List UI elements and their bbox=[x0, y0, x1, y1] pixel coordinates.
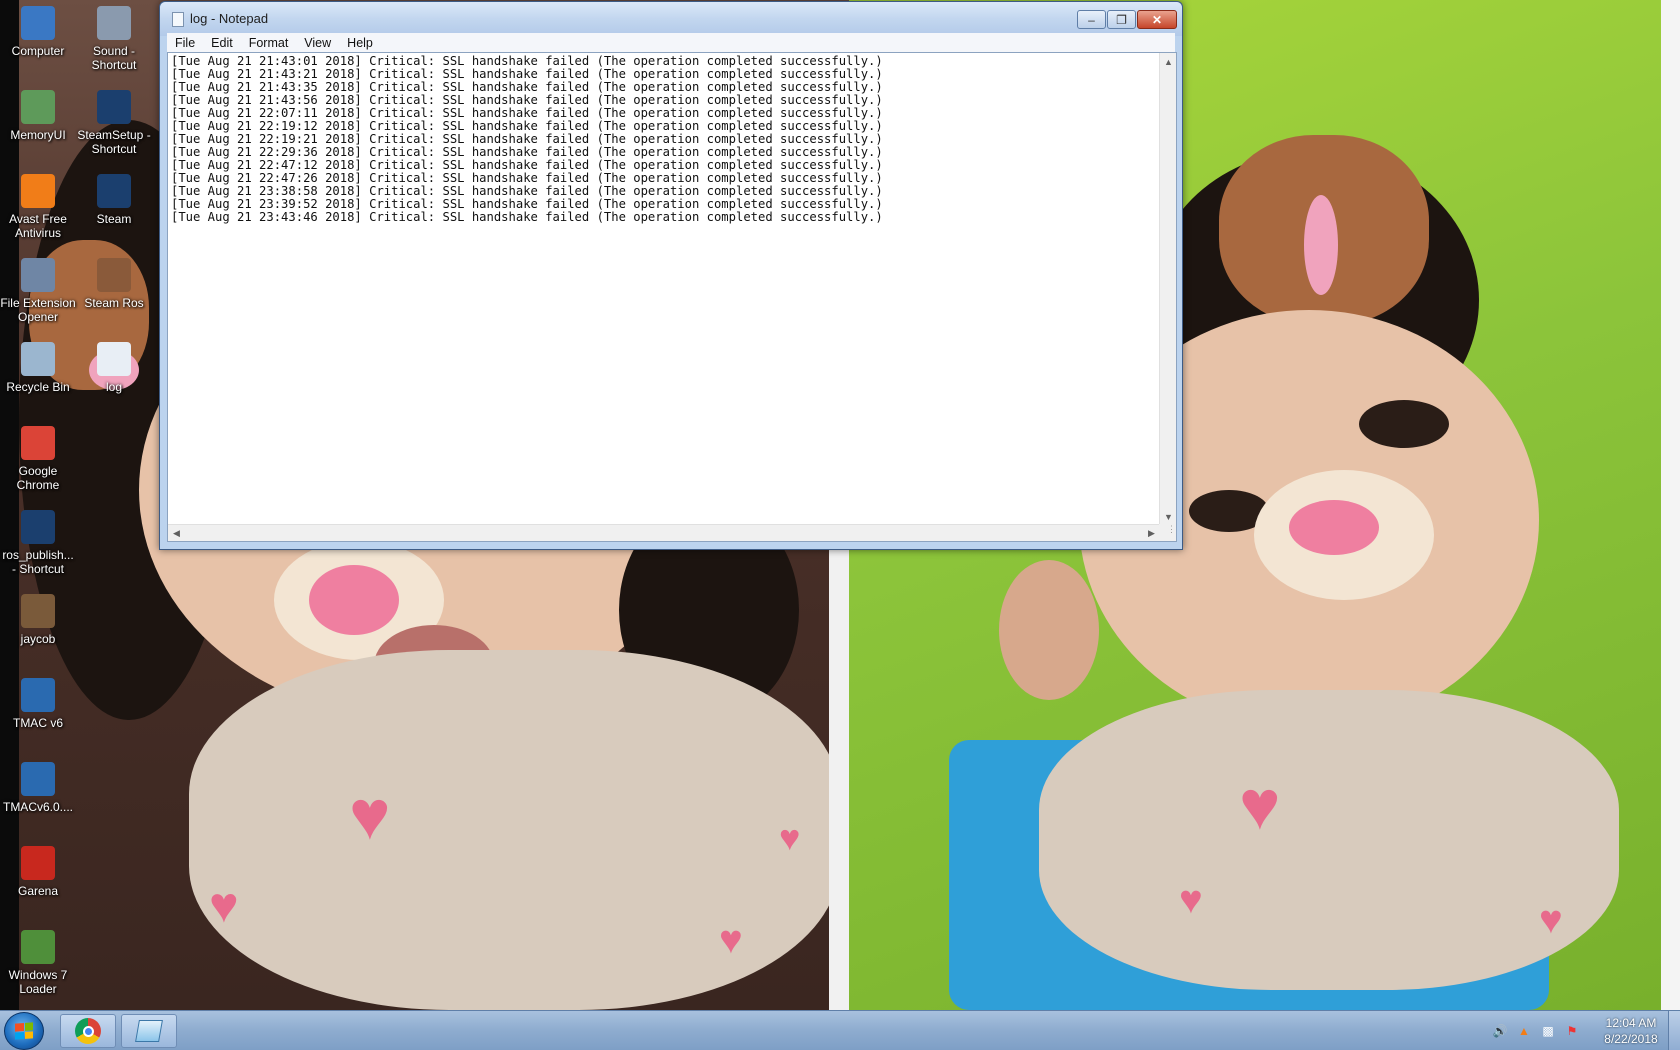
minimize-icon: – bbox=[1088, 12, 1095, 27]
steam-icon bbox=[97, 174, 131, 208]
menu-edit[interactable]: Edit bbox=[203, 36, 241, 50]
text-file-icon bbox=[97, 342, 131, 376]
notepad-taskbar-button[interactable] bbox=[121, 1014, 177, 1048]
notepad-icon bbox=[172, 12, 184, 27]
tmac-setup-icon bbox=[21, 762, 55, 796]
jaycob-icon bbox=[21, 594, 55, 628]
desktop-icon-label: Recycle Bin bbox=[6, 380, 70, 394]
chrome-icon bbox=[75, 1018, 101, 1044]
windows-logo-icon bbox=[15, 1022, 33, 1040]
desktop-icon-label: Windows 7 Loader bbox=[8, 968, 68, 996]
menu-view[interactable]: View bbox=[296, 36, 339, 50]
horizontal-scrollbar[interactable]: ◀ ▶ bbox=[168, 524, 1160, 541]
close-button[interactable]: ✕ bbox=[1137, 10, 1177, 29]
text-editor[interactable]: [Tue Aug 21 21:43:01 2018] Critical: SSL… bbox=[167, 52, 1177, 542]
desktop-icon-label: TMAC v6 bbox=[12, 716, 63, 730]
log-line: [Tue Aug 21 23:43:46 2018] Critical: SSL… bbox=[171, 210, 883, 224]
desktop-icon-steam[interactable]: Steam bbox=[76, 174, 152, 226]
desktop-icon-avast[interactable]: Avast Free Antivirus bbox=[0, 174, 76, 240]
desktop-icon-windows-loader[interactable]: Windows 7 Loader bbox=[0, 930, 76, 996]
desktop-icon-label: Sound - Shortcut bbox=[91, 44, 137, 72]
desktop-icon-computer[interactable]: Computer bbox=[0, 6, 76, 58]
ros-publish-icon bbox=[21, 510, 55, 544]
menu-file[interactable]: File bbox=[167, 36, 203, 50]
maximize-button[interactable]: ❐ bbox=[1107, 10, 1136, 29]
notepad-window: log - Notepad – ❐ ✕ File Edit Format Vie… bbox=[159, 1, 1183, 550]
desktop-icon-sound-shortcut[interactable]: Sound - Shortcut bbox=[76, 6, 152, 72]
desktop-icon-label: File Extension Opener bbox=[0, 296, 76, 324]
desktop-icon-ros-publish[interactable]: ros_publish... - Shortcut bbox=[0, 510, 76, 576]
scroll-down-icon[interactable]: ▼ bbox=[1160, 508, 1177, 525]
start-button[interactable] bbox=[4, 1012, 44, 1050]
desktop-icon-label: Garena bbox=[17, 884, 59, 898]
taskbar: 🔊 ▲ ▩ ⚑ 12:04 AM 8/22/2018 bbox=[0, 1010, 1680, 1050]
desktop-icon-recycle-bin[interactable]: Recycle Bin bbox=[0, 342, 76, 394]
file-extension-opener-icon bbox=[21, 258, 55, 292]
chrome-taskbar-button[interactable] bbox=[60, 1014, 116, 1048]
steam-setup-icon bbox=[97, 90, 131, 124]
title-bar[interactable]: log - Notepad – ❐ ✕ bbox=[160, 2, 1182, 36]
scroll-left-icon[interactable]: ◀ bbox=[168, 525, 185, 542]
menu-bar: File Edit Format View Help bbox=[167, 33, 1175, 52]
menu-format[interactable]: Format bbox=[241, 36, 297, 50]
tmac-icon bbox=[21, 678, 55, 712]
desktop-icon-label: ros_publish... - Shortcut bbox=[2, 548, 74, 576]
desktop-icon-label: Google Chrome bbox=[16, 464, 60, 492]
wallpaper-divider bbox=[829, 530, 849, 1010]
action-center-icon[interactable]: ⚑ bbox=[1564, 1023, 1580, 1039]
avast-tray-icon[interactable]: ▲ bbox=[1516, 1023, 1532, 1039]
editor-text[interactable]: [Tue Aug 21 21:43:01 2018] Critical: SSL… bbox=[171, 55, 1161, 523]
show-desktop-button[interactable] bbox=[1668, 1011, 1680, 1050]
clock[interactable]: 12:04 AM 8/22/2018 bbox=[1596, 1015, 1666, 1047]
menu-help[interactable]: Help bbox=[339, 36, 381, 50]
desktop-icon-label: log bbox=[105, 380, 122, 394]
desktop-icon-garena[interactable]: Garena bbox=[0, 846, 76, 898]
desktop-icon-tmac-setup[interactable]: TMACv6.0.... bbox=[0, 762, 76, 814]
steam-ros-icon bbox=[97, 258, 131, 292]
scroll-right-icon[interactable]: ▶ bbox=[1143, 525, 1160, 542]
desktop-icon-steam-ros[interactable]: Steam Ros bbox=[76, 258, 152, 310]
memoryui-icon bbox=[21, 90, 55, 124]
desktop-icon-text-file[interactable]: log bbox=[76, 342, 152, 394]
desktop-icon-file-extension-opener[interactable]: File Extension Opener bbox=[0, 258, 76, 324]
clock-time: 12:04 AM bbox=[1605, 1016, 1657, 1030]
desktop-icon-label: jaycob bbox=[20, 632, 56, 646]
computer-icon bbox=[21, 6, 55, 40]
vertical-scrollbar[interactable]: ▲ ▼ bbox=[1159, 53, 1176, 525]
restore-icon: ❐ bbox=[1116, 12, 1127, 27]
desktop-icon-label: TMACv6.0.... bbox=[2, 800, 73, 814]
desktop-icon-jaycob[interactable]: jaycob bbox=[0, 594, 76, 646]
desktop-icon-label: MemoryUI bbox=[10, 128, 66, 142]
desktop-icon-steam-setup[interactable]: SteamSetup - Shortcut bbox=[76, 90, 152, 156]
minimize-button[interactable]: – bbox=[1077, 10, 1106, 29]
desktop-icon-label: Avast Free Antivirus bbox=[9, 212, 67, 240]
desktop-icon-label: Computer bbox=[11, 44, 65, 58]
window-title: log - Notepad bbox=[190, 11, 269, 26]
chrome-icon bbox=[21, 426, 55, 460]
desktop-icon-label: Steam bbox=[96, 212, 132, 226]
avast-icon bbox=[21, 174, 55, 208]
windows-loader-icon bbox=[21, 930, 55, 964]
volume-icon[interactable]: 🔊 bbox=[1492, 1023, 1508, 1039]
scroll-up-icon[interactable]: ▲ bbox=[1160, 53, 1177, 70]
close-icon: ✕ bbox=[1151, 12, 1163, 27]
system-tray: 🔊 ▲ ▩ ⚑ bbox=[1492, 1011, 1580, 1050]
desktop-icon-chrome[interactable]: Google Chrome bbox=[0, 426, 76, 492]
resize-grip-icon[interactable]: ⋮ bbox=[1159, 524, 1176, 541]
desktop-icon-label: SteamSetup - Shortcut bbox=[77, 128, 151, 156]
notepad-icon bbox=[135, 1020, 163, 1042]
desktop-icon-memoryui[interactable]: MemoryUI bbox=[0, 90, 76, 142]
wallpaper-border-right bbox=[1661, 0, 1680, 1010]
sound-shortcut-icon bbox=[97, 6, 131, 40]
clock-date: 8/22/2018 bbox=[1604, 1032, 1658, 1046]
desktop-icon-label: Steam Ros bbox=[84, 296, 144, 310]
desktop-icon-tmac[interactable]: TMAC v6 bbox=[0, 678, 76, 730]
network-icon[interactable]: ▩ bbox=[1540, 1023, 1556, 1039]
recycle-bin-icon bbox=[21, 342, 55, 376]
garena-icon bbox=[21, 846, 55, 880]
